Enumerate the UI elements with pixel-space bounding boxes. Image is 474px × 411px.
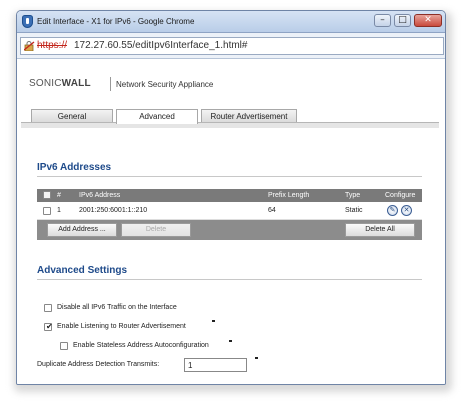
page-content: SONICWALL Network Security Appliance Gen… — [17, 60, 445, 384]
help-tick-icon — [212, 320, 215, 323]
tab-strip-bar — [21, 122, 439, 128]
add-address-button[interactable]: Add Address ... — [47, 223, 117, 237]
sonicwall-app-icon — [22, 15, 33, 28]
maximize-icon: □ — [398, 15, 407, 25]
browser-window: Edit Interface - X1 for IPv6 - Google Ch… — [16, 10, 446, 385]
ipv6-address-table: # IPv6 Address Prefix Length Type Config… — [37, 189, 422, 240]
row-checkbox[interactable] — [43, 207, 51, 215]
close-icon: ✕ — [424, 15, 432, 25]
enable-router-advert-label: Enable Listening to Router Advertisement — [57, 323, 186, 330]
window-title: Edit Interface - X1 for IPv6 - Google Ch… — [37, 17, 195, 26]
column-prefix-length: Prefix Length — [268, 192, 310, 199]
help-tick-icon — [255, 357, 258, 360]
close-button[interactable]: ✕ — [414, 14, 442, 27]
select-all-checkbox[interactable] — [43, 191, 51, 199]
enable-router-advert-checkbox[interactable]: ✔ — [44, 322, 53, 331]
column-ipv6-address: IPv6 Address — [79, 192, 121, 199]
row-ipv6-address: 2001:250:6001:1::210 — [79, 207, 148, 214]
dad-transmits-input[interactable]: 1 — [184, 358, 247, 372]
broken-lock-icon — [24, 41, 35, 51]
stateless-autoconfig-checkbox[interactable] — [60, 342, 68, 350]
logo-wall: WALL — [61, 78, 91, 89]
delete-all-button[interactable]: Delete All — [345, 223, 415, 237]
title-bar: Edit Interface - X1 for IPv6 - Google Ch… — [17, 11, 445, 33]
url-scheme: https:// — [37, 40, 68, 51]
advanced-settings-heading: Advanced Settings — [37, 265, 128, 276]
delete-x-icon[interactable]: ✕ — [401, 205, 412, 216]
dad-transmits-label: Duplicate Address Detection Transmits: — [37, 361, 160, 368]
section-divider — [37, 176, 422, 177]
minimize-icon: – — [380, 15, 385, 25]
help-tick-icon — [229, 340, 232, 343]
stateless-autoconfig-label: Enable Stateless Address Autoconfigurati… — [73, 342, 209, 349]
tab-general[interactable]: General — [31, 109, 113, 123]
table-header: # IPv6 Address Prefix Length Type Config… — [37, 189, 422, 202]
table-footer: Add Address ... Delete Delete All — [37, 220, 422, 240]
edit-pencil-icon[interactable]: ✎ — [387, 205, 398, 216]
disable-ipv6-label: Disable all IPv6 Traffic on the Interfac… — [57, 304, 177, 311]
url-text: 172.27.60.55/editIpv6Interface_1.html# — [74, 40, 248, 51]
product-name: Network Security Appliance — [116, 80, 214, 89]
url-field[interactable]: https:// 172.27.60.55/editIpv6Interface_… — [20, 37, 444, 55]
minimize-button[interactable]: – — [374, 14, 391, 27]
row-prefix-length: 64 — [268, 207, 276, 214]
logo-sonic: SONIC — [29, 78, 62, 89]
tab-advanced[interactable]: Advanced — [116, 109, 198, 124]
row-number: 1 — [57, 207, 61, 214]
row-type: Static — [345, 207, 363, 214]
column-number: # — [57, 192, 61, 199]
checkmark-icon: ✔ — [46, 322, 53, 331]
ipv6-addresses-heading: IPv6 Addresses — [37, 162, 112, 173]
maximize-button[interactable]: □ — [394, 14, 411, 27]
section-divider — [37, 279, 422, 280]
table-row: 1 2001:250:6001:1::210 64 Static ✎ ✕ — [37, 202, 422, 220]
delete-button[interactable]: Delete — [121, 223, 191, 237]
sonicwall-logo: SONICWALL — [29, 78, 91, 89]
column-configure: Configure — [385, 192, 416, 199]
brand-divider — [110, 77, 111, 91]
disable-ipv6-checkbox[interactable] — [44, 304, 52, 312]
address-bar: https:// 172.27.60.55/editIpv6Interface_… — [17, 33, 445, 59]
tab-router-advertisement[interactable]: Router Advertisement — [201, 109, 297, 123]
column-type: Type — [345, 192, 361, 199]
